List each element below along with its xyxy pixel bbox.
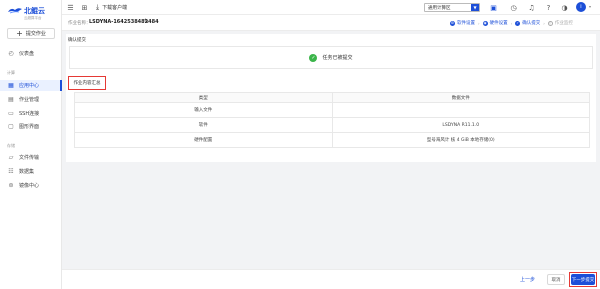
step-label: 硬件设置	[489, 21, 508, 26]
section-label-storage: 存储	[7, 143, 15, 148]
cancel-button[interactable]: 取消	[547, 274, 565, 285]
success-check-icon: ✓	[309, 53, 318, 62]
clock-icon[interactable]: ◷	[509, 3, 518, 12]
chevron-right-icon: ›	[543, 20, 545, 26]
sidebar-item-gui[interactable]: ▢ 图形界面	[0, 121, 62, 132]
topbar: ☰ ⊞ ⤓ 下载客户端 通用计算区 ▼ ▣ ◷ ♫ ? ◑ i ▾	[62, 0, 600, 15]
step-software-settings[interactable]: ⚙ 软件设置	[450, 20, 475, 26]
table-cell: 型号海风计 核 4 GiB 本地存储(0)	[426, 138, 495, 143]
prev-step-button[interactable]: 上一步	[520, 276, 535, 283]
dashboard-icon: ◴	[8, 50, 14, 57]
table-cell: 硬件配置	[75, 133, 333, 147]
plus-icon: +	[16, 28, 23, 38]
app-center-icon: ▦	[8, 82, 14, 89]
job-header: 作业名称： LSDYNA-1642538482484 ✎ ⚙ 软件设置 › ◉ …	[62, 15, 600, 31]
image-center-icon: ⊜	[8, 182, 14, 189]
table-header-cell: 数据文件	[451, 95, 470, 101]
edit-pencil-icon[interactable]: ✎	[144, 18, 149, 25]
table-row: 硬件配置 型号海风计 核 4 GiB 本地存储(0)	[74, 133, 590, 148]
table-cell: LSDYNA R11.1.0	[442, 122, 480, 128]
success-message-box: ✓ 任务已被提交	[69, 46, 593, 69]
brand-subtitle: 云超算平台	[24, 16, 42, 20]
step-label: 作业监控	[554, 21, 573, 26]
step-job-monitor: ▯ 作业监控	[547, 20, 573, 26]
submit-highlight-frame: 下一步提交	[569, 272, 597, 287]
download-client-label: 下载客户端	[102, 5, 128, 11]
ssh-icon: ▭	[8, 110, 14, 117]
sidebar-item-dashboard[interactable]: ◴ 仪表盘	[0, 48, 62, 59]
help-icon[interactable]: ?	[544, 3, 553, 12]
menu-icon[interactable]: ☰	[66, 3, 75, 12]
step-hardware-settings[interactable]: ◉ 硬件设置	[482, 20, 508, 26]
chevron-right-icon: ›	[510, 20, 513, 26]
download-icon: ⤓	[96, 3, 100, 11]
table-header-cell: 类型	[75, 93, 333, 102]
success-message: 任务已被提交	[322, 55, 353, 61]
sidebar-item-label: 文件传输	[19, 155, 40, 161]
table-cell	[333, 103, 590, 117]
panel-title: 确认提交	[68, 38, 86, 43]
sidebar-item-label: 作业管理	[19, 97, 40, 103]
sidebar-item-job-management[interactable]: ▤ 作业管理	[0, 94, 62, 105]
submit-button[interactable]: 下一步提交	[571, 274, 595, 285]
job-list-icon: ▤	[8, 96, 14, 103]
sidebar-item-label: 数据集	[19, 169, 35, 175]
theme-icon[interactable]: ◑	[560, 3, 569, 12]
region-select-value: 通用计算区	[428, 5, 451, 11]
confirm-panel: 确认提交 ✓ 任务已被提交 作业内容汇总 类型 数据文件 输入文件 软件 LSD…	[66, 34, 596, 162]
sidebar-item-label: 镜像中心	[19, 183, 40, 189]
sidebar-item-file-transfer[interactable]: ▱ 文件传输	[0, 152, 62, 163]
download-client-link[interactable]: ⤓ 下载客户端	[96, 3, 127, 12]
table-cell: 输入文件	[75, 103, 333, 117]
avatar-caret-icon[interactable]: ▾	[589, 4, 591, 9]
section-label-compute: 计算	[7, 70, 15, 75]
calendar-icon[interactable]: ▣	[489, 3, 498, 12]
sidebar-item-dataset[interactable]: ☷ 数据集	[0, 166, 62, 177]
step-confirm-submit[interactable]: ✓ 确认提交	[515, 20, 540, 26]
hardware-icon: ◉	[482, 20, 488, 26]
chevron-right-icon: ›	[478, 20, 480, 26]
grid-apps-icon[interactable]: ⊞	[80, 3, 89, 12]
step-label: 确认提交	[522, 21, 541, 26]
sidebar-item-label: SSH连接	[19, 111, 40, 117]
monitor-icon: ▢	[8, 123, 14, 130]
submit-job-label: 提交作业	[25, 31, 46, 37]
sidebar-item-label: 图形界面	[19, 124, 40, 130]
brand-name: 北鲲云	[24, 7, 45, 15]
submit-job-button[interactable]: + 提交作业	[7, 28, 55, 39]
summary-table: 类型 数据文件 输入文件 软件 LSDYNA R11.1.0 硬件配置 型号海风…	[74, 92, 590, 148]
cloud-logo-icon	[8, 8, 22, 14]
step-label: 软件设置	[457, 21, 475, 26]
chevron-down-icon: ▼	[471, 4, 479, 11]
sidebar-item-label: 应用中心	[19, 83, 40, 89]
check-circle-icon: ✓	[515, 20, 521, 26]
footer-actions: 上一步 取消 下一步提交	[62, 269, 600, 289]
step-indicator: ⚙ 软件设置 › ◉ 硬件设置 › ✓ 确认提交 › ▯ 作业监控	[450, 19, 573, 27]
database-icon: ☷	[8, 168, 14, 175]
sidebar-item-image-center[interactable]: ⊜ 镜像中心	[0, 180, 62, 191]
sidebar-item-app-center[interactable]: ▦ 应用中心	[0, 80, 62, 91]
sidebar-item-ssh[interactable]: ▭ SSH连接	[0, 108, 62, 119]
job-summary-heading: 作业内容汇总	[68, 76, 106, 90]
monitor-doc-icon: ▯	[547, 20, 553, 26]
table-cell: 软件	[75, 118, 333, 132]
folder-icon: ▱	[8, 154, 14, 161]
avatar[interactable]: i	[576, 2, 586, 12]
bell-icon[interactable]: ♫	[527, 3, 536, 12]
table-header-row: 类型 数据文件	[74, 92, 590, 103]
job-name-label: 作业名称：	[68, 21, 91, 26]
gear-icon: ⚙	[450, 20, 455, 26]
region-select[interactable]: 通用计算区 ▼	[424, 3, 480, 12]
table-row: 输入文件	[74, 103, 590, 118]
brand-logo[interactable]: 北鲲云 云超算平台	[7, 5, 57, 21]
sidebar-item-label: 仪表盘	[19, 51, 35, 57]
sidebar: 北鲲云 云超算平台 + 提交作业 ◴ 仪表盘 计算 ▦ 应用中心 ▤ 作业管理 …	[0, 0, 62, 289]
table-row: 软件 LSDYNA R11.1.0	[74, 118, 590, 133]
